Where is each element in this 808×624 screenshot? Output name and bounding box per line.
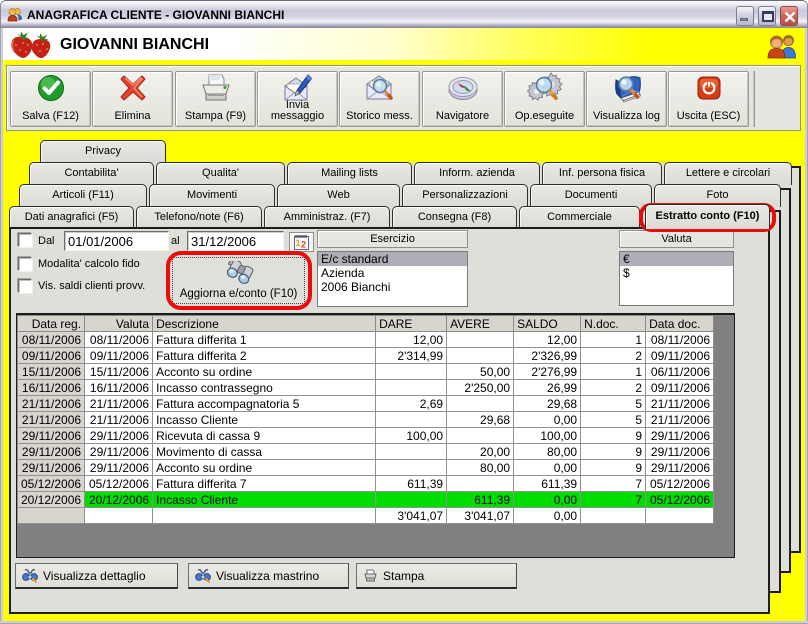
svg-text:2: 2 bbox=[301, 240, 306, 250]
svg-text:1: 1 bbox=[295, 238, 300, 248]
